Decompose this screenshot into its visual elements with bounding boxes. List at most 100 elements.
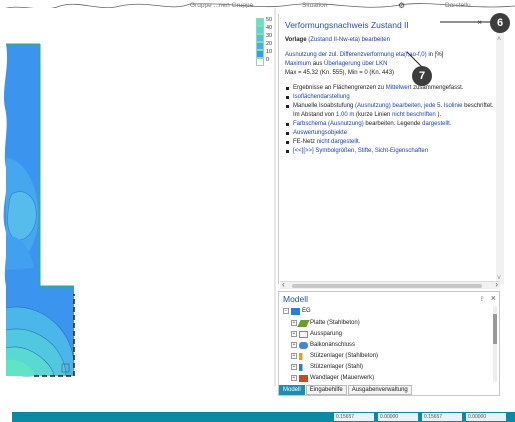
status-field: 0.15657: [334, 413, 374, 421]
legend-shown-link[interactable]: dargestellt.: [422, 121, 451, 127]
tree-item-stuetzenlager-stahl[interactable]: + Stützenlager (Stahl): [291, 362, 363, 372]
tree-item-aussparung[interactable]: + Aussparung: [291, 329, 342, 339]
fe-mesh-text: FE-Netz: [293, 139, 316, 145]
iso-steps-text-f: (kurze Linien: [356, 112, 391, 118]
modell-tab-bar: Modell Eingabehilfe Ausgabenverwaltung: [279, 385, 413, 395]
iso-steps-text-h: ).: [437, 112, 442, 118]
legend-swatch-2: [256, 34, 264, 42]
modell-panel: Modell ♇ × − EG + Platte (Stahlbeton) + …: [278, 291, 500, 396]
color-scheme-link[interactable]: Farbschema: [293, 121, 326, 127]
legend-swatch-4: [256, 50, 264, 58]
tree-item-label: Wandlager (Mauerwerk): [310, 375, 375, 381]
legend-value: 10: [266, 49, 273, 55]
scroll-up-icon[interactable]: ˄: [497, 36, 501, 43]
color-scheme-text: bearbeiten. Legende: [365, 121, 421, 127]
tree-item-label: Aussparung: [310, 331, 343, 337]
legend-value: 30: [266, 33, 273, 39]
vorlage-link[interactable]: (Zustand II-Nw-eta): [308, 37, 360, 43]
slab-icon: [297, 319, 310, 327]
vorlage-label: Vorlage: [285, 37, 307, 43]
legend-value: 50: [266, 17, 273, 23]
aus-text: aus: [312, 61, 323, 67]
info-horizontal-scrollbar[interactable]: ‹ ›: [280, 280, 500, 289]
vorlage-edit-link[interactable]: bearbeiten: [362, 37, 390, 43]
result-type-link[interactable]: Ausnutzung der zul. Differenzverformung: [285, 52, 394, 58]
mittelwert-link[interactable]: Mittelwert: [386, 85, 412, 91]
modell-close-icon[interactable]: ×: [491, 293, 496, 303]
wall-support-icon: [299, 374, 308, 382]
tree-item-platte[interactable]: + Platte (Stahlbeton): [291, 318, 360, 328]
column-support-icon: [299, 352, 308, 360]
iso-distance-link[interactable]: 1.00 m: [336, 112, 354, 118]
overlay-link[interactable]: Überlagerung über LKN: [324, 61, 387, 67]
result-line-1: Ausnutzung der zul. Differenzverformung …: [285, 51, 499, 60]
legend-value: 20: [266, 41, 273, 47]
bullet-results-text-a: Ergebnisse an Flächengrenzen zu: [293, 85, 385, 91]
graphic-viewport[interactable]: [0, 8, 276, 396]
tab-modell[interactable]: Modell: [279, 385, 305, 395]
settings-gear-icon[interactable]: ⚙: [398, 1, 405, 10]
status-field: 0.15657: [422, 413, 462, 421]
tree-item-label: EG: [302, 308, 311, 314]
tab-eingabehilfe[interactable]: Eingabehilfe: [305, 385, 347, 395]
evaluation-objects-link[interactable]: Auswertungsobjekte: [293, 130, 347, 136]
legend-swatch-1: [256, 26, 264, 34]
legend-swatch-0: [256, 18, 264, 26]
tree-item-balkonanschluss[interactable]: + Balkonanschluss: [291, 340, 355, 350]
opening-icon: [299, 330, 308, 338]
iso-steps-link[interactable]: (Ausnutzung): [355, 103, 391, 109]
iso-steps-text-a: Manuelle Isoabstufung: [293, 103, 354, 109]
status-bar: 0.15657 0.00000 0.15657 0.00000: [12, 412, 515, 422]
color-scheme-type-link[interactable]: (Ausnutzung): [328, 121, 364, 127]
bullet-results: Ergebnisse an Flächengrenzen zu Mittelwe…: [285, 84, 499, 93]
isosurface-plot: [0, 8, 276, 396]
isosurface-link[interactable]: Isoflächendarstellung: [293, 94, 350, 100]
expand-icon[interactable]: +: [291, 364, 297, 370]
symbol-sizes-link[interactable]: [<<][>>] Symbolgrößen, Stifte, Sicht-Eig…: [293, 148, 428, 154]
modell-vertical-scrollbar[interactable]: [493, 306, 497, 382]
bullet-color-scheme: Farbschema (Ausnutzung) bearbeiten. Lege…: [285, 120, 499, 129]
pin-icon[interactable]: ♇: [479, 294, 485, 303]
info-panel-title: Verformungsnachweis Zustand II: [285, 20, 409, 30]
callout-6-line: [440, 21, 490, 23]
info-panel-body: Vorlage (Zustand II-Nw-eta) bearbeiten A…: [285, 36, 499, 156]
expand-icon[interactable]: +: [291, 353, 297, 359]
bullet-isosurface: Isoflächendarstellung: [285, 93, 499, 102]
tab-ausgabenverwaltung[interactable]: Ausgabenverwaltung: [347, 385, 412, 395]
collapse-icon[interactable]: −: [283, 308, 289, 314]
legend-value: 0: [266, 57, 270, 63]
horizontal-scroll-thumb[interactable]: [292, 284, 482, 288]
legend-swatch-3: [256, 42, 264, 50]
result-line-2: Maximum aus Überlagerung über LKN: [285, 60, 499, 69]
toolbar-darstellung[interactable]: Darstellu...: [445, 2, 476, 9]
no-label-link[interactable]: nicht beschriften: [392, 112, 436, 118]
tree-item-eg[interactable]: − EG: [283, 306, 311, 316]
maximum-link[interactable]: Maximum: [285, 61, 311, 67]
info-vertical-scrollbar[interactable]: ˄ ˅: [496, 14, 504, 284]
toolbar-situation[interactable]: Situation: [302, 2, 327, 9]
tree-item-label: Platte (Stahlbeton): [310, 320, 360, 326]
folder-icon: [291, 307, 300, 315]
color-legend: 50 40 30 20 10 0: [256, 17, 278, 66]
expand-icon[interactable]: +: [291, 375, 297, 381]
bullet-symbol-sizes: [<<][>>] Symbolgrößen, Stifte, Sicht-Eig…: [285, 147, 499, 156]
max-min-line: Max = 45.32 (Kn. 555), Min = 0 (Kn. 443): [285, 70, 395, 76]
balcony-connector-icon: [299, 341, 308, 349]
info-panel: Verformungsnachweis Zustand II × Vorlage…: [278, 14, 504, 284]
scroll-left-icon[interactable]: ‹: [282, 280, 285, 289]
vorlage-line: Vorlage (Zustand II-Nw-eta) bearbeiten: [285, 36, 499, 45]
tree-item-wandlager[interactable]: + Wandlager (Mauerwerk): [291, 373, 374, 383]
tree-item-stuetzenlager-stahlbeton[interactable]: + Stützenlager (Stahlbeton): [291, 351, 378, 361]
tree-item-label: Stützenlager (Stahlbeton): [310, 353, 379, 359]
expand-icon[interactable]: +: [291, 342, 297, 348]
expand-icon[interactable]: +: [291, 331, 297, 337]
expand-icon[interactable]: +: [291, 320, 297, 326]
scroll-right-icon[interactable]: ›: [495, 280, 498, 289]
modell-scroll-thumb[interactable]: [493, 314, 497, 344]
modell-panel-title: Modell: [283, 294, 309, 304]
steel-column-icon: [299, 363, 308, 371]
iso-steps-edit-link[interactable]: bearbeiten, jede 5. Isolinie: [392, 103, 462, 109]
fe-mesh-link[interactable]: nicht dargestellt.: [317, 139, 361, 145]
callout-7: 7: [412, 66, 432, 86]
legend-swatch-5: [256, 58, 264, 66]
